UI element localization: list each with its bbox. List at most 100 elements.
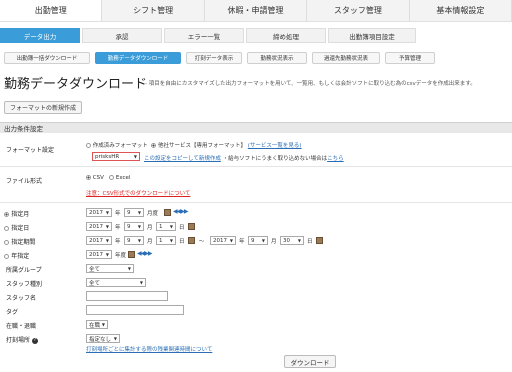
subtab-closing[interactable]: 締め処理 [246,28,326,43]
tab-attendance[interactable]: 出勤管理 [0,0,103,21]
chevron-down-icon: ▼ [137,238,141,243]
chevron-down-icon: ▼ [137,224,141,229]
chevron-down-icon: ▼ [105,224,109,229]
chevron-down-icon: ▼ [169,224,173,229]
punch-overtime-link[interactable]: 打刻場所ごとに集計する際の残業関連時間について [86,345,212,353]
tag-input[interactable] [86,305,184,315]
download-button[interactable]: ダウンロード [284,355,336,368]
tab-leave[interactable]: 休暇・申請管理 [204,0,308,21]
range-month2-select[interactable]: 9 ▼ [248,236,268,245]
range-month2-value: 9 [251,237,255,244]
format-notes: この設定をコピーして新規作成 ・給与ソフトにうまく取り込めない場合はこちら [144,154,344,162]
radio-service-format[interactable] [151,143,157,148]
calendar-icon[interactable] [164,209,171,216]
radio-range[interactable] [4,239,9,245]
radio-day[interactable] [4,225,9,231]
staff-type-value: 全て [89,280,101,287]
status-select[interactable]: 在職 ▼ [86,320,108,329]
year-value: 2017 [89,251,103,258]
work-data-download-button[interactable]: 勤務データダウンロード [95,52,181,64]
sub-nav: データ出力 承認 エラー一覧 締め処理 出勤簿項目設定 [0,28,418,43]
range-year-value: 2017 [89,237,103,244]
unit-month: 月 [147,225,153,231]
staff-type-label: スタッフ種別 [6,281,43,288]
group-label: 所属グループ [6,267,42,274]
calendar-icon[interactable] [188,223,195,230]
group-select[interactable]: 全て ▼ [86,264,134,273]
subtab-data-output[interactable]: データ出力 [0,28,80,43]
bulk-download-button[interactable]: 出勤簿一括ダウンロード [4,52,90,64]
chevron-down-icon: ▼ [169,238,173,243]
unit-day: 日 [179,225,185,231]
radio-csv[interactable] [86,175,91,180]
chevron-down-icon: ▼ [101,322,105,327]
section-title: 出力条件設定 [4,125,43,133]
divider [0,202,512,203]
range-month-select[interactable]: 9 ▼ [124,236,144,245]
subtab-error-list[interactable]: エラー一覧 [164,28,244,43]
work-status-button[interactable]: 勤務状況表示 [247,52,307,64]
day-year-value: 2017 [89,223,103,230]
staff-name-label: スタッフ名 [6,295,37,302]
range-day-value: 1 [159,237,163,244]
tab-shift[interactable]: シフト管理 [102,0,205,21]
calendar-icon[interactable] [188,237,195,244]
format-options: 作成済みフォーマット 他社サービス【専用フォーマット】 (サービス一覧を見る) [86,141,302,149]
day-day-select[interactable]: 1 ▼ [156,222,176,231]
year-select[interactable]: 2017 ▼ [86,250,112,259]
chevron-down-icon: ▼ [105,238,109,243]
punch-data-button[interactable]: 打刻データ表示 [186,52,242,64]
subtab-approval[interactable]: 承認 [82,28,162,43]
tab-basic-settings[interactable]: 基本情報設定 [409,0,512,21]
status-label: 在職・退職 [6,323,37,330]
csv-warning-link[interactable]: 注意：CSV形式でのダウンロードについて [86,189,190,197]
range-day2-select[interactable]: 30 ▼ [280,236,304,245]
chevron-down-icon: ▼ [137,210,141,215]
day-month-select[interactable]: 9 ▼ [124,222,144,231]
subtab-attendance-items[interactable]: 出勤簿項目設定 [328,28,416,43]
help-icon[interactable]: ? [31,337,38,344]
tab-staff[interactable]: スタッフ管理 [307,0,410,21]
radio-month[interactable] [4,211,9,217]
radio-created-format[interactable] [86,143,91,148]
range-day2-value: 30 [283,237,290,244]
prev-next-arrows-icon[interactable]: ◀◀▶▶ [173,208,189,215]
range-year-select[interactable]: 2017 ▼ [86,236,112,245]
calendar-icon[interactable] [128,251,135,258]
status-value: 在職 [89,322,101,329]
service-list-link[interactable]: (サービス一覧を見る) [248,143,302,149]
dispatch-status-button[interactable]: 過還先勤務状況表 [312,52,380,64]
divider [0,166,512,167]
radio-excel[interactable] [109,175,115,180]
range-year2-select[interactable]: 2017 ▼ [210,236,236,245]
unit-month-period: 月度 [147,211,159,217]
unit-month: 月 [147,239,153,245]
page-title: 勤務データダウンロード [4,77,148,92]
month-year-value: 2017 [89,209,103,216]
prev-next-arrows-icon[interactable]: ◀◀▶▶ [137,250,153,257]
csv-label: CSV [92,175,104,181]
new-format-button[interactable]: フォーマットの新規作成 [4,101,82,114]
day-year-select[interactable]: 2017 ▼ [86,222,112,231]
budget-button[interactable]: 予算管理 [385,52,435,64]
range-year2-value: 2017 [213,237,227,244]
format-label: フォーマット設定 [6,147,55,154]
here-link[interactable]: こちら [327,156,344,162]
radio-year[interactable] [4,253,9,259]
unit-year: 年 [239,239,245,245]
staff-name-input[interactable] [86,291,168,301]
period-year-row: 年指定 [4,251,29,260]
copy-setting-link[interactable]: この設定をコピーして新規作成 [144,156,221,162]
chevron-down-icon: ▼ [139,280,143,285]
section-header: 出力条件設定 [0,122,512,133]
range-day-select[interactable]: 1 ▼ [156,236,176,245]
staff-type-select[interactable]: 全て ▼ [86,278,146,287]
chevron-down-icon: ▼ [229,238,233,243]
format-select[interactable]: prisksHR ▼ [92,152,140,161]
chevron-down-icon: ▼ [127,266,131,271]
calendar-icon[interactable] [316,237,323,244]
punch-location-select[interactable]: 指定なし ▼ [86,334,120,343]
month-year-select[interactable]: 2017 ▼ [86,208,112,217]
month-month-select[interactable]: 9 ▼ [124,208,144,217]
chevron-down-icon: ▼ [105,252,109,257]
